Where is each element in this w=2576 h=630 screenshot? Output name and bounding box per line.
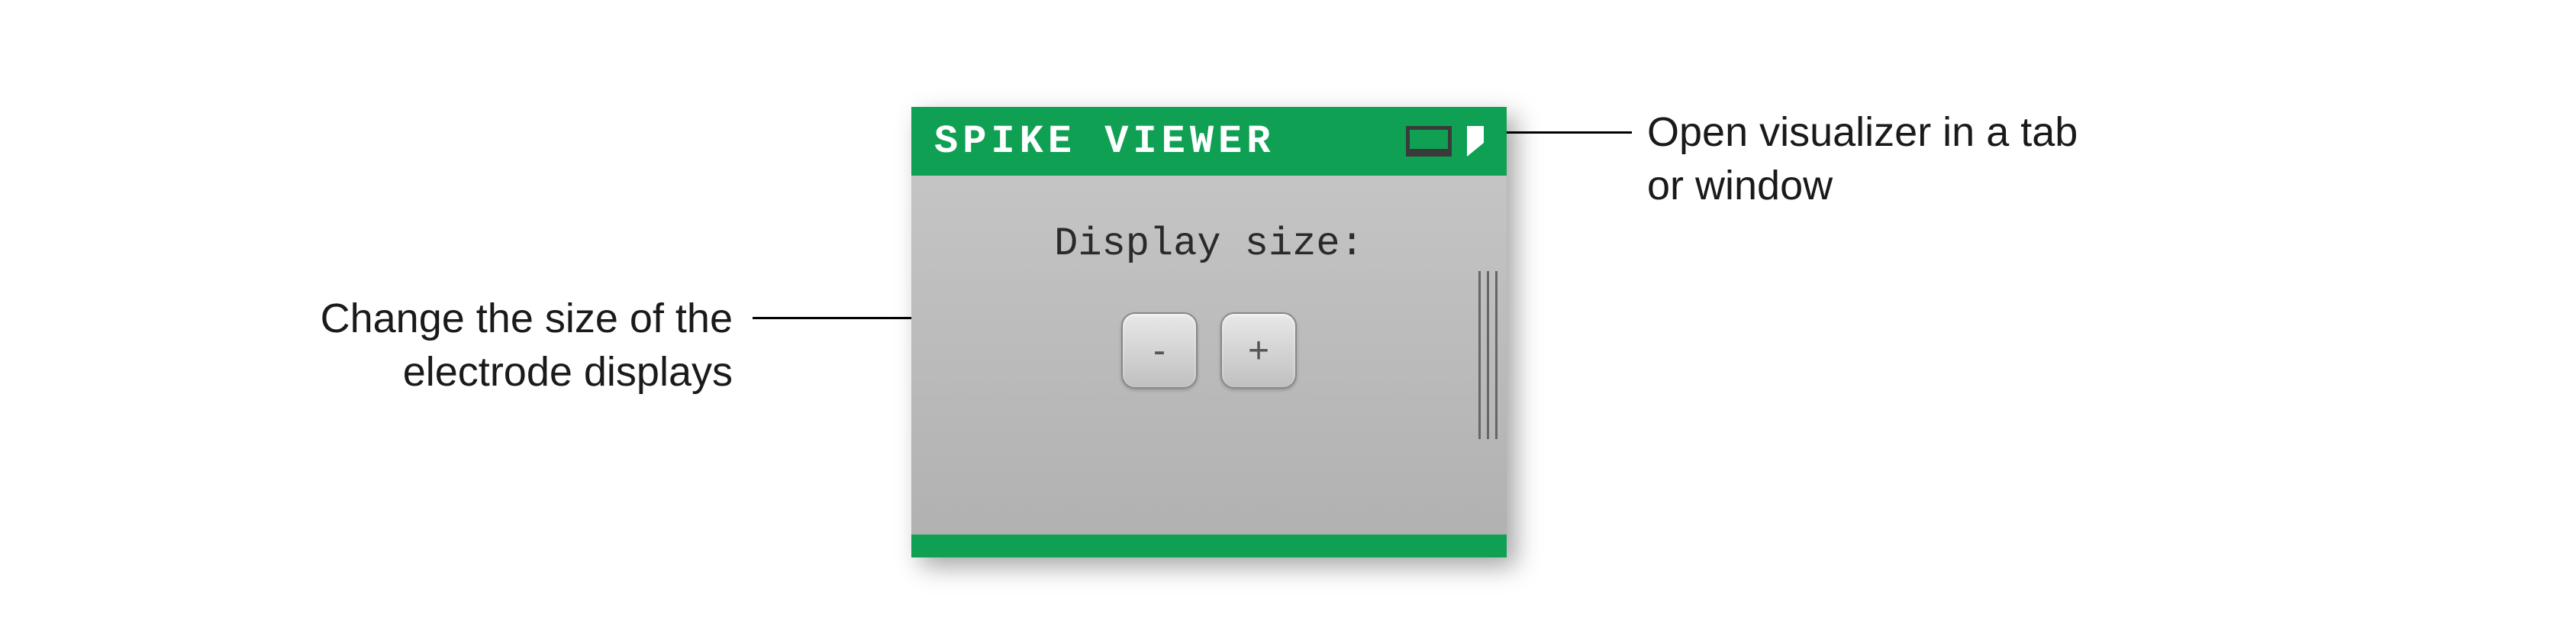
annotated-diagram: Change the size of the electrode display… bbox=[0, 0, 2576, 630]
annotation-left: Change the size of the electrode display… bbox=[282, 292, 733, 399]
open-window-icon[interactable] bbox=[1467, 126, 1484, 157]
decrease-size-button[interactable]: - bbox=[1121, 312, 1198, 389]
grip-line bbox=[1478, 271, 1481, 439]
widget-header: SPIKE VIEWER bbox=[911, 107, 1507, 176]
open-tab-icon[interactable] bbox=[1406, 126, 1452, 157]
widget-title: SPIKE VIEWER bbox=[934, 119, 1275, 164]
widget-footer bbox=[911, 535, 1507, 557]
grip-line bbox=[1487, 271, 1489, 439]
grip-line bbox=[1495, 271, 1498, 439]
annotation-right: Open visualizer in a tab or window bbox=[1647, 105, 2090, 212]
increase-size-button[interactable]: + bbox=[1220, 312, 1297, 389]
display-size-label: Display size: bbox=[934, 221, 1484, 267]
header-icons-group bbox=[1406, 126, 1484, 157]
size-button-row: - + bbox=[934, 312, 1484, 389]
resize-grip-icon[interactable] bbox=[1478, 271, 1498, 439]
spike-viewer-panel: SPIKE VIEWER Display size: - + bbox=[911, 107, 1507, 557]
widget-body: Display size: - + bbox=[911, 176, 1507, 535]
